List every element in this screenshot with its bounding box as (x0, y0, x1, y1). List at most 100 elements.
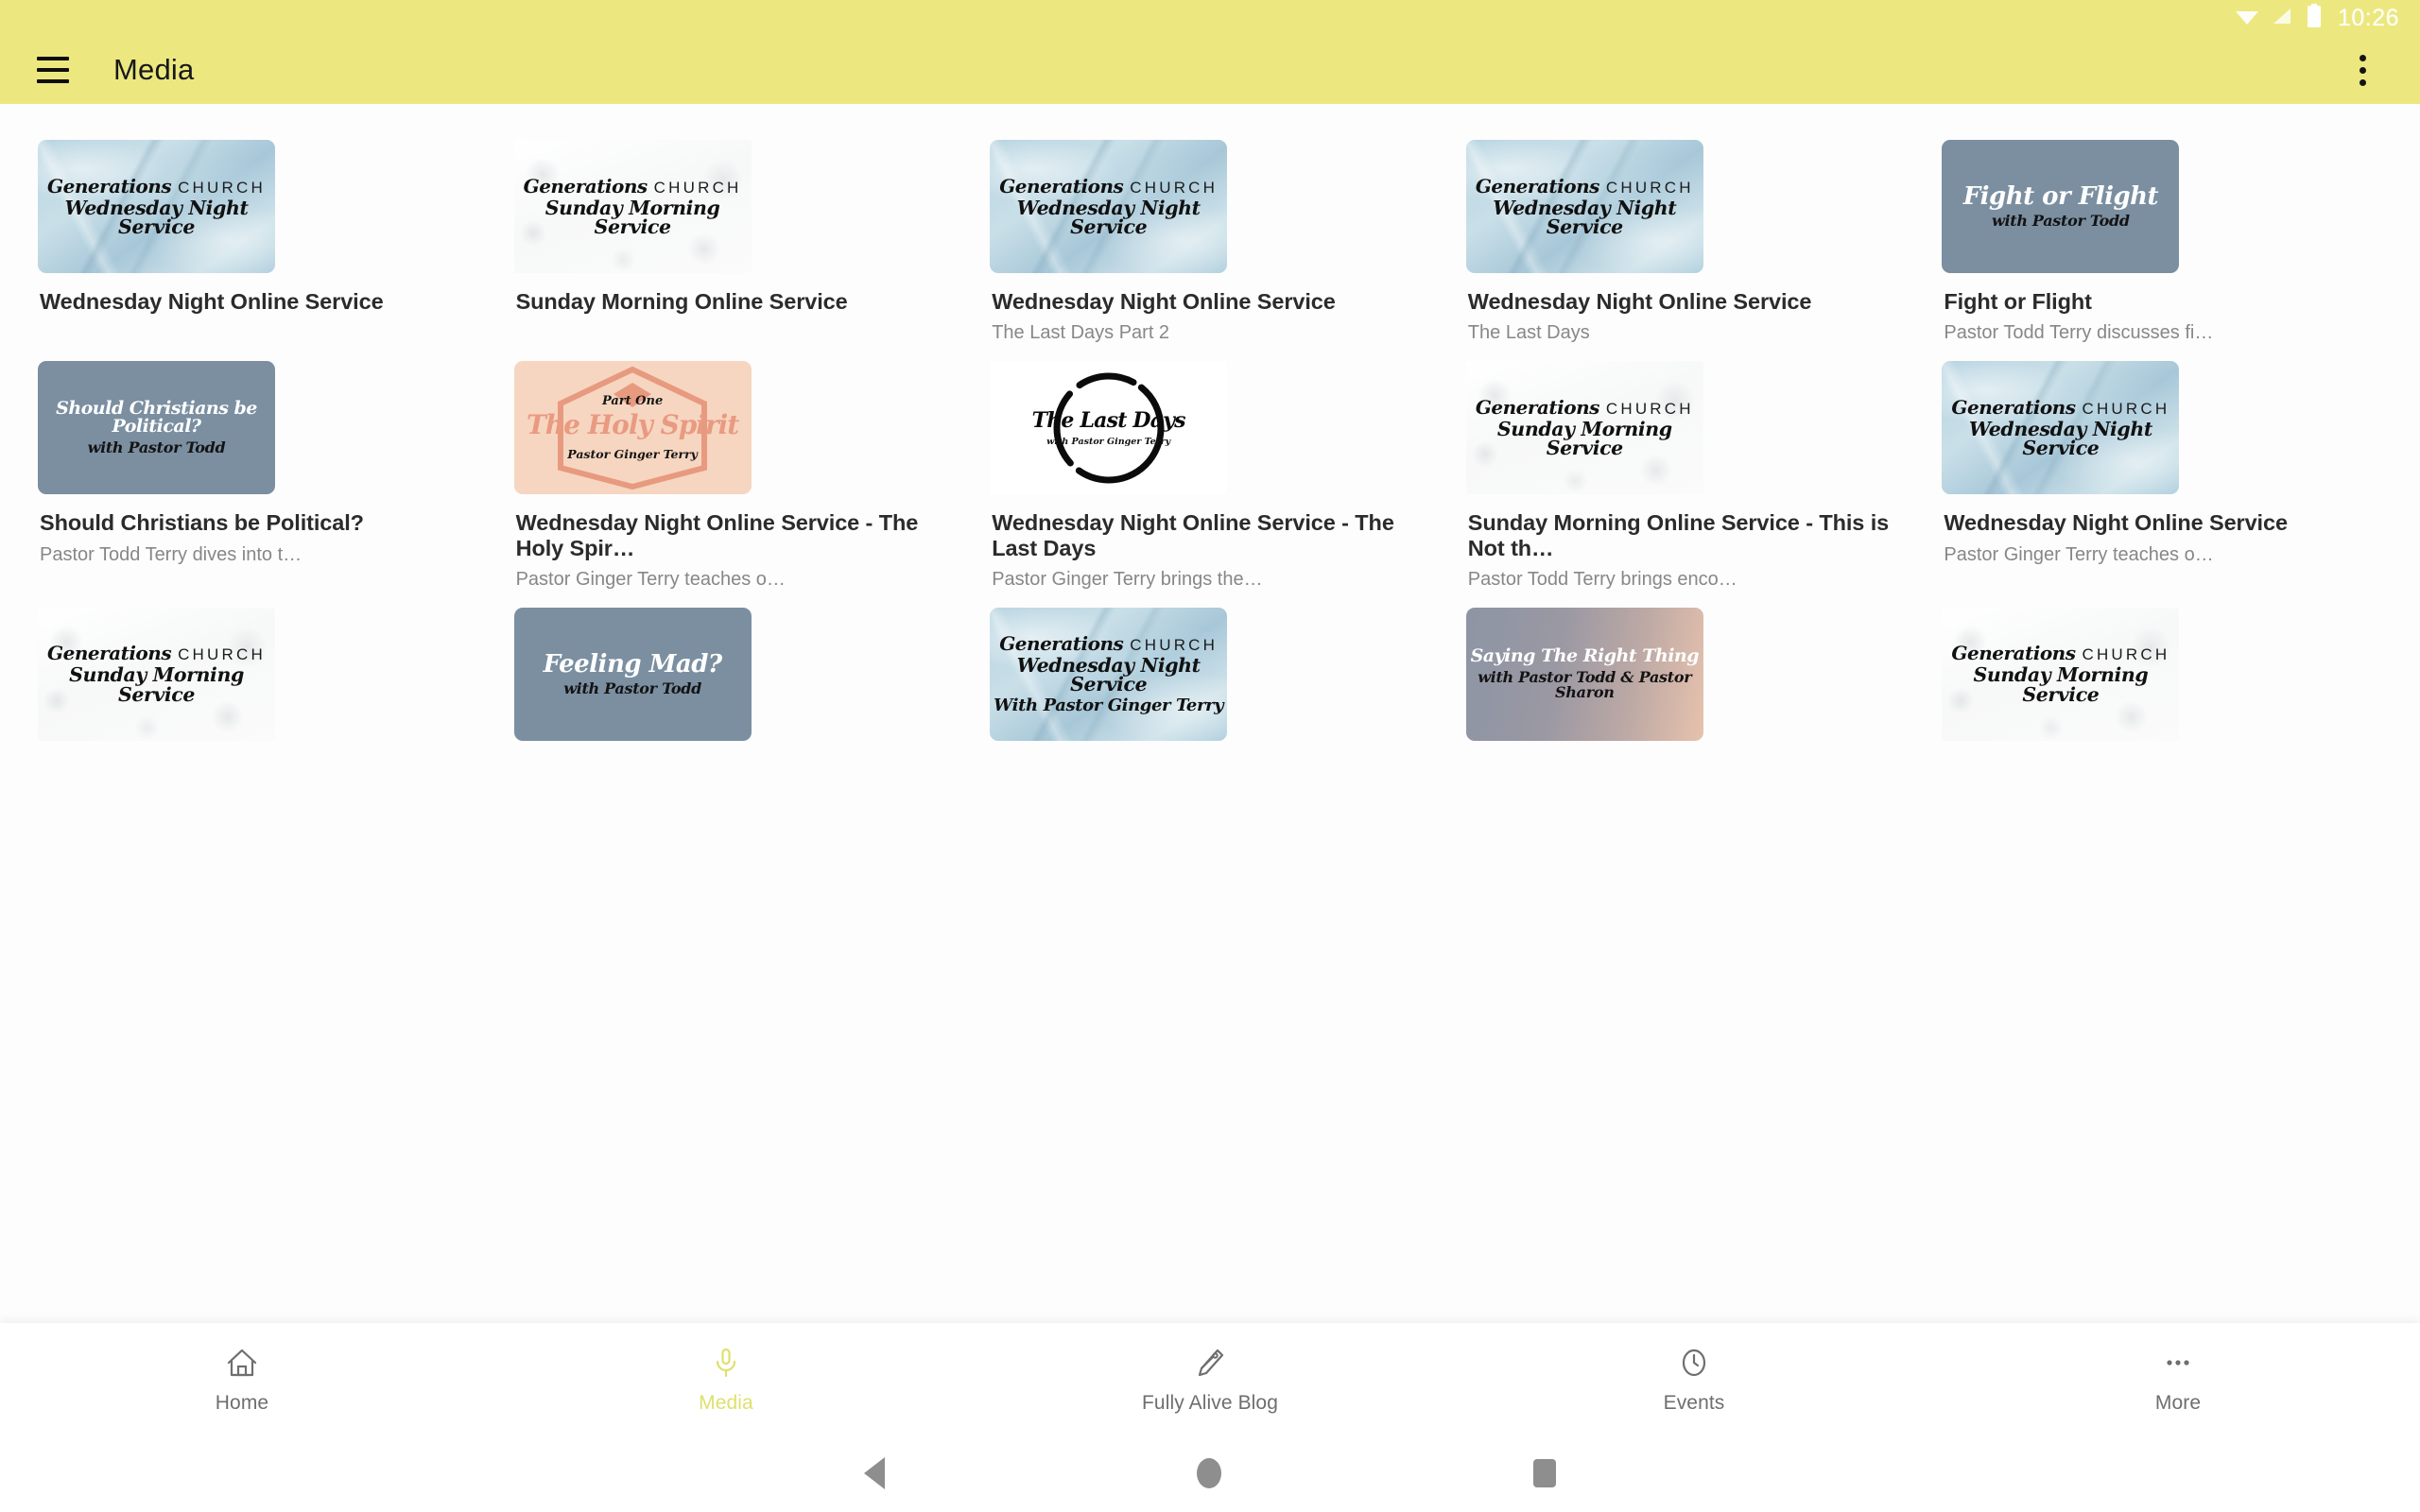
media-thumbnail[interactable]: Feeling Mad? with Pastor Todd (513, 607, 752, 741)
media-card[interactable]: Generations CHURCH Wednesday Night Service… (990, 607, 1430, 782)
media-thumbnail[interactable]: Generations CHURCH Wednesday Night Service (990, 140, 1228, 273)
home-circle-icon[interactable] (1197, 1458, 1221, 1488)
nav-item-label: More (2154, 1391, 2202, 1414)
logo-line-2: Wednesday Night Service (1493, 196, 1677, 238)
media-card-subtitle: The Last Days (1467, 322, 1590, 344)
logo-church-word: CHURCH (178, 178, 266, 197)
logo-line-1: Generations CHURCH (1951, 642, 2170, 665)
logo-line-2: Wednesday Night Service (1968, 417, 2153, 460)
series-logo: The Last Days with Pastor Ginger Terry (1032, 408, 1186, 447)
media-card-title: Wednesday Night Online Service (1944, 510, 2288, 536)
media-card[interactable]: Generations CHURCH Wednesday Night Service… (1942, 361, 2382, 608)
series-logo: Should Christians be Political? with Past… (38, 400, 275, 455)
series-logo-presenter: with Pastor Todd (1991, 212, 2130, 230)
media-card-text: Wednesday Night Online Service The Last D… (990, 273, 1430, 344)
media-thumbnail[interactable]: Generations CHURCH Wednesday Night Service (38, 140, 275, 273)
nav-item-label: Media (699, 1391, 753, 1414)
wifi-icon (2235, 7, 2259, 30)
media-card-text: Wednesday Night Online Service - The Las… (990, 494, 1430, 591)
logo-line-3: With Pastor Ginger Terry (994, 695, 1224, 715)
media-thumbnail[interactable]: Part One The Holy Spirit Pastor Ginger Ter… (513, 361, 752, 495)
media-card-title: Wednesday Night Online Service (992, 289, 1336, 314)
recents-square-icon[interactable] (1533, 1459, 1556, 1487)
media-card[interactable]: Generations CHURCH Sunday Morning Service S… (513, 140, 955, 361)
channel-logo: Generations CHURCH Wednesday Night Service (1942, 398, 2179, 458)
channel-logo: Generations CHURCH Wednesday Night Service (38, 177, 275, 237)
logo-church-word: CHURCH (2082, 645, 2170, 664)
media-thumbnail[interactable]: Generations CHURCH Sunday Morning Service (1942, 607, 2180, 741)
media-card-text (38, 741, 478, 765)
media-card[interactable]: The Last Days with Pastor Ginger Terry Wed… (990, 361, 1430, 608)
media-card-text (1466, 741, 1907, 765)
logo-line-2: Wednesday Night Service (1016, 196, 1201, 238)
logo-church-word: CHURCH (1605, 399, 1694, 418)
media-card[interactable]: Generations CHURCH Wednesday Night Service… (990, 140, 1430, 361)
media-card[interactable]: Generations CHURCH Sunday Morning Service S… (1465, 361, 1907, 608)
media-thumbnail[interactable]: Generations CHURCH Sunday Morning Service (1465, 361, 1703, 495)
media-card[interactable]: Generations CHURCH Wednesday Night Service… (38, 140, 478, 361)
media-thumbnail[interactable]: Generations CHURCH Wednesday Night Service (1465, 140, 1703, 273)
media-thumbnail[interactable]: Fight or Flight with Pastor Todd (1942, 140, 2180, 273)
media-thumbnail[interactable]: Saying The Right Thing with Pastor Todd &… (1465, 607, 1703, 741)
channel-logo: Generations CHURCH Wednesday Night Service (1466, 177, 1703, 237)
nav-item-fully-alive-blog[interactable]: Fully Alive Blog (968, 1344, 1452, 1415)
nav-item-media[interactable]: Media (484, 1344, 968, 1415)
media-card-subtitle: The Last Days Part 2 (992, 322, 1170, 344)
media-card-subtitle: Pastor Todd Terry dives into t… (40, 543, 302, 565)
media-card-subtitle: Pastor Ginger Terry teaches o… (1944, 543, 2214, 565)
clock-icon (1678, 1344, 1710, 1382)
series-logo-part: Part One (601, 394, 664, 409)
media-card-text: Wednesday Night Online Service Pastor Gin… (1942, 494, 2382, 565)
channel-logo: Generations CHURCH Sunday Morning Service (1466, 398, 1703, 458)
nav-item-more[interactable]: More (1936, 1344, 2420, 1415)
media-thumbnail[interactable]: Generations CHURCH Sunday Morning Service (38, 607, 275, 741)
media-thumbnail[interactable]: Generations CHURCH Sunday Morning Service (513, 140, 752, 273)
cellular-signal-icon (2272, 7, 2294, 30)
system-navigation-bar (0, 1435, 2420, 1512)
back-triangle-icon[interactable] (864, 1457, 885, 1489)
status-bar: 10:26 (0, 0, 2420, 36)
hamburger-menu-icon[interactable] (26, 43, 79, 96)
media-thumbnail[interactable]: Generations CHURCH Wednesday Night Service… (990, 607, 1228, 741)
more-dots-icon (2162, 1344, 2194, 1382)
logo-line-1: Generations CHURCH (999, 631, 1219, 655)
logo-line-1: Generations CHURCH (523, 174, 742, 198)
logo-church-word: CHURCH (1605, 178, 1694, 197)
media-card-subtitle: Pastor Ginger Terry brings the… (992, 568, 1263, 590)
nav-item-events[interactable]: Events (1452, 1344, 1936, 1415)
media-card-title: Sunday Morning Online Service (515, 289, 848, 314)
channel-logo: Generations CHURCH Sunday Morning Service (514, 177, 752, 237)
logo-line-1: Generations CHURCH (47, 642, 266, 665)
media-card-title: Sunday Morning Online Service - This is … (1467, 510, 1890, 560)
battery-icon (2307, 3, 2322, 33)
series-logo-presenter: Pastor Ginger Terry (567, 447, 698, 462)
media-card[interactable]: Generations CHURCH Wednesday Night Service… (1465, 140, 1907, 361)
media-card-text: Wednesday Night Online Service The Last D… (1466, 273, 1907, 344)
media-card[interactable]: Generations CHURCH Sunday Morning Service (38, 607, 478, 782)
media-card[interactable]: Feeling Mad? with Pastor Todd (513, 607, 955, 782)
channel-logo: Generations CHURCH Sunday Morning Service (1942, 644, 2179, 704)
media-card-subtitle: Pastor Todd Terry brings enco… (1467, 568, 1737, 590)
media-card[interactable]: Part One The Holy Spirit Pastor Ginger Ter… (513, 361, 955, 608)
media-card-text: Should Christians be Political? Pastor To… (38, 494, 478, 565)
series-logo-title: Feeling Mad? (543, 649, 723, 679)
logo-line-2: Sunday Morning Service (544, 196, 720, 238)
media-card[interactable]: Should Christians be Political? with Past… (38, 361, 478, 608)
media-card[interactable]: Generations CHURCH Sunday Morning Service (1942, 607, 2382, 782)
media-card-text (1942, 741, 2382, 765)
nav-item-home[interactable]: Home (0, 1344, 484, 1415)
logo-line-1: Generations CHURCH (47, 174, 266, 198)
series-logo: Saying The Right Thing with Pastor Todd &… (1466, 647, 1703, 700)
media-thumbnail[interactable]: The Last Days with Pastor Ginger Terry (990, 361, 1228, 495)
media-card-text (990, 741, 1430, 765)
media-card[interactable]: Saying The Right Thing with Pastor Todd &… (1465, 607, 1907, 782)
logo-church-word: CHURCH (1130, 178, 1219, 197)
overflow-menu-icon[interactable] (2337, 44, 2388, 95)
media-card-text: Sunday Morning Online Service (514, 273, 955, 322)
media-thumbnail[interactable]: Generations CHURCH Wednesday Night Service (1942, 361, 2180, 495)
media-thumbnail[interactable]: Should Christians be Political? with Past… (38, 361, 275, 495)
app-bar: Media (0, 36, 2420, 104)
media-card-text: Sunday Morning Online Service - This is … (1466, 494, 1907, 591)
media-card[interactable]: Fight or Flight with Pastor Todd Fight or … (1942, 140, 2382, 361)
media-card-text: Fight or Flight Pastor Todd Terry discuss… (1942, 273, 2382, 344)
